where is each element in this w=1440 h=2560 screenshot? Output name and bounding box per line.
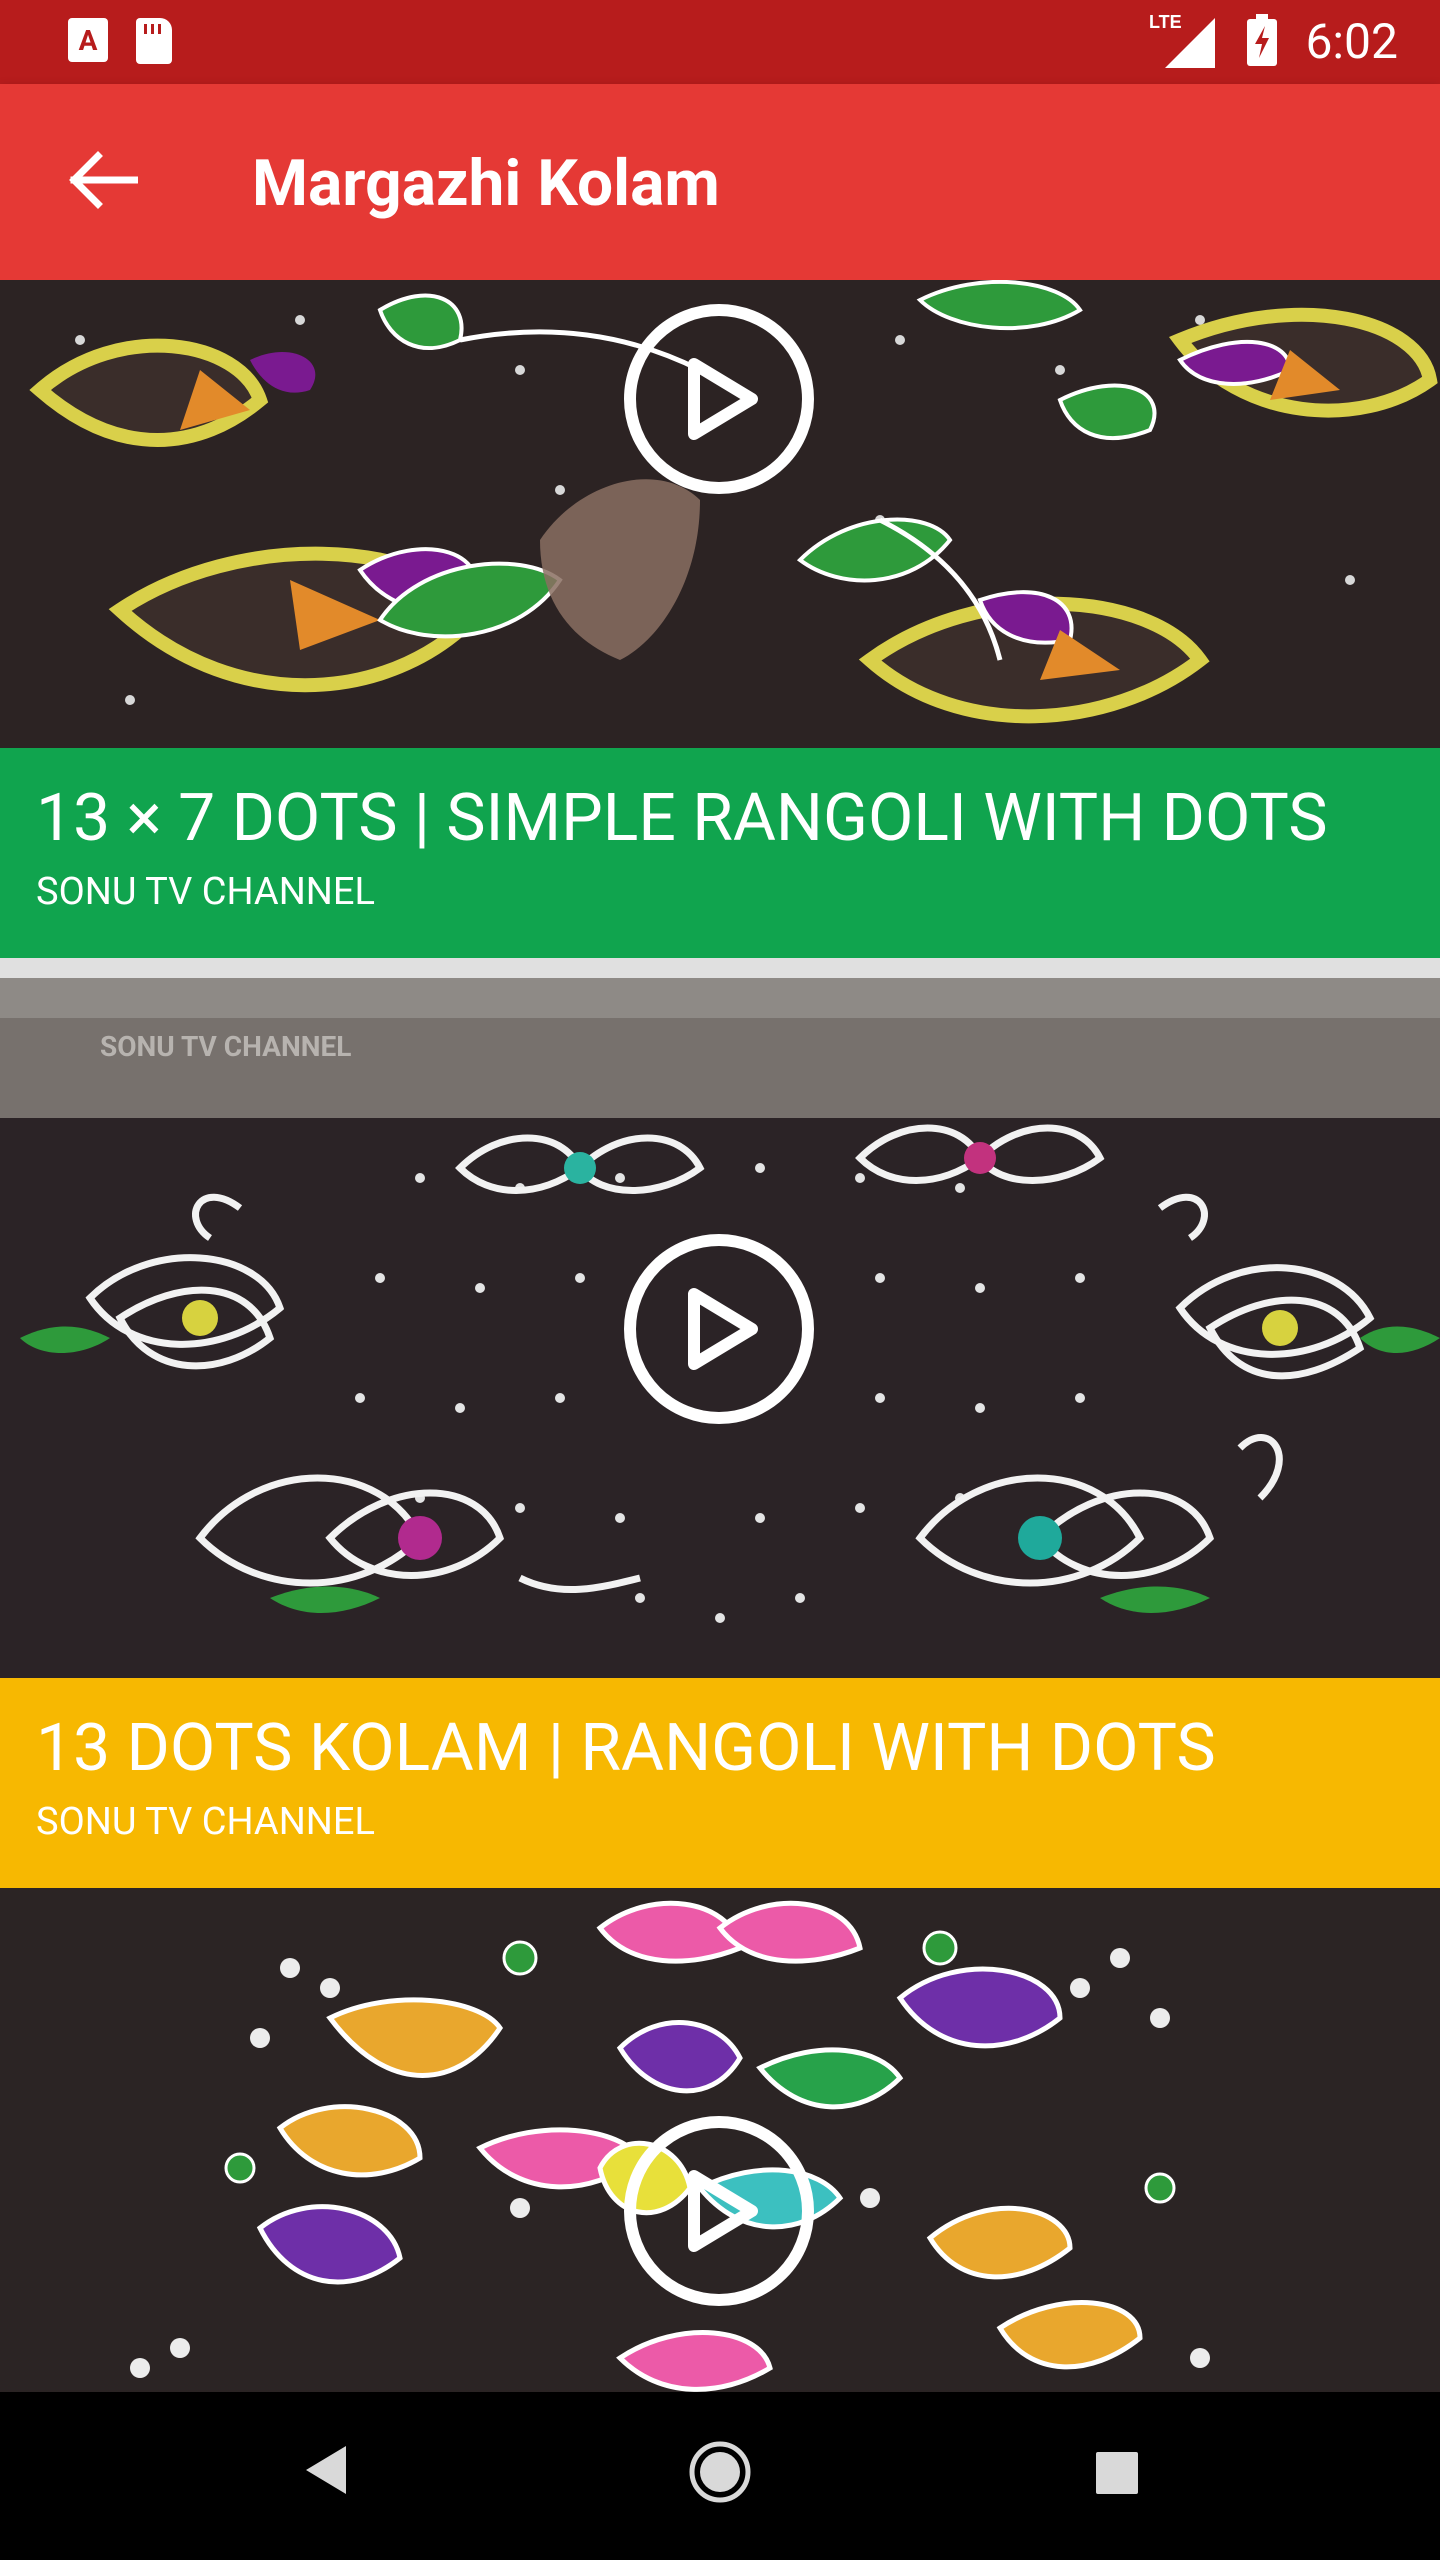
status-bar: A LTE 6:02 — [0, 0, 1440, 84]
video-info[interactable]: 13 DOTS KOLAM | RANGOLI WITH DOTS SONU T… — [0, 1678, 1440, 1888]
nav-home-button[interactable] — [688, 2440, 752, 2508]
play-icon — [688, 2170, 758, 2252]
recents-square-icon[interactable] — [1096, 2452, 1138, 2494]
battery-charging-icon — [1247, 14, 1278, 70]
video-card[interactable]: 13 × 7 DOTS | SIMPLE RANGOLI WITH DOTS S… — [0, 280, 1440, 958]
sd-card-icon — [136, 18, 172, 64]
play-icon — [688, 1288, 758, 1370]
video-info[interactable]: 13 × 7 DOTS | SIMPLE RANGOLI WITH DOTS S… — [0, 748, 1440, 958]
home-circle-icon — [689, 2441, 751, 2503]
app-a-icon: A — [68, 18, 108, 62]
back-button[interactable] — [52, 130, 152, 230]
status-time: 6:02 — [1305, 13, 1398, 70]
play-icon — [688, 358, 758, 440]
page-title: Margazhi Kolam — [252, 146, 720, 221]
signal-icon: LTE — [1149, 10, 1219, 74]
video-title: 13 DOTS KOLAM | RANGOLI WITH DOTS — [36, 1710, 1216, 1787]
svg-text:LTE: LTE — [1149, 12, 1182, 32]
video-list[interactable]: 13 × 7 DOTS | SIMPLE RANGOLI WITH DOTS S… — [0, 280, 1440, 2392]
back-triangle-icon — [306, 2446, 346, 2494]
play-button[interactable] — [624, 1234, 814, 1424]
video-channel: SONU TV CHANNEL — [36, 870, 375, 914]
video-card[interactable]: SONU TV CHANNEL 13 DOTS KOLAM | RANGOLI … — [0, 978, 1440, 1888]
channel-watermark: SONU TV CHANNEL — [100, 1030, 352, 1063]
play-button[interactable] — [624, 2116, 814, 2306]
video-channel: SONU TV CHANNEL — [36, 1800, 375, 1844]
video-card[interactable] — [0, 1888, 1440, 2392]
arrow-left-icon — [69, 151, 138, 209]
nav-back-button[interactable] — [300, 2440, 350, 2504]
video-title: 13 × 7 DOTS | SIMPLE RANGOLI WITH DOTS — [36, 780, 1328, 857]
app-bar: Margazhi Kolam — [0, 84, 1440, 280]
system-nav-bar — [0, 2392, 1440, 2560]
play-button[interactable] — [624, 304, 814, 494]
